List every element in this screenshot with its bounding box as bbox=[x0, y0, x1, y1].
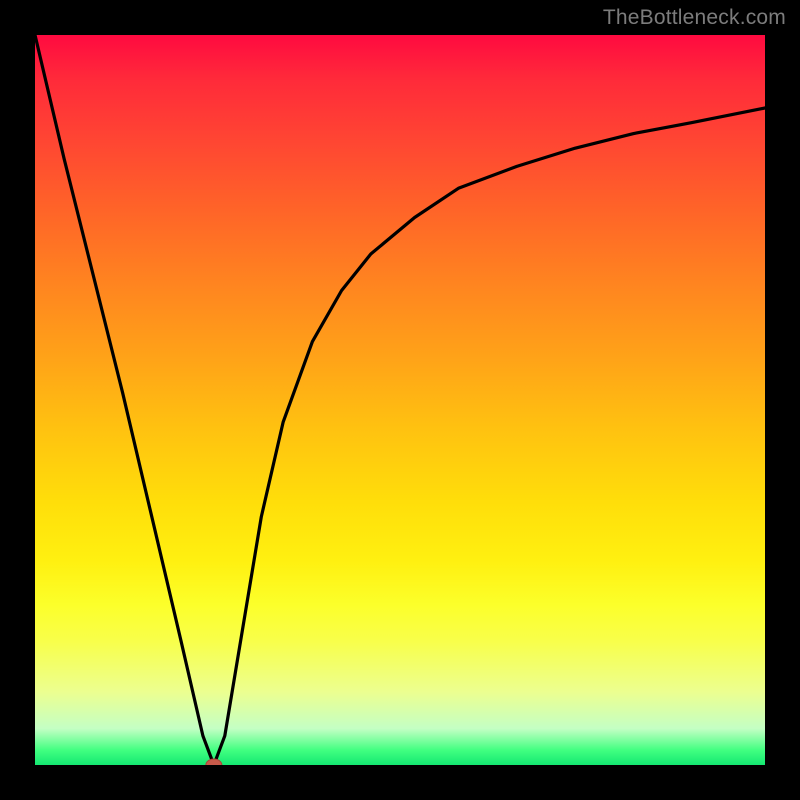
bottleneck-curve bbox=[35, 35, 765, 765]
chart-frame: TheBottleneck.com bbox=[0, 0, 800, 800]
optimum-marker bbox=[206, 759, 222, 765]
watermark-text: TheBottleneck.com bbox=[603, 6, 786, 30]
chart-svg-layer bbox=[35, 35, 765, 765]
